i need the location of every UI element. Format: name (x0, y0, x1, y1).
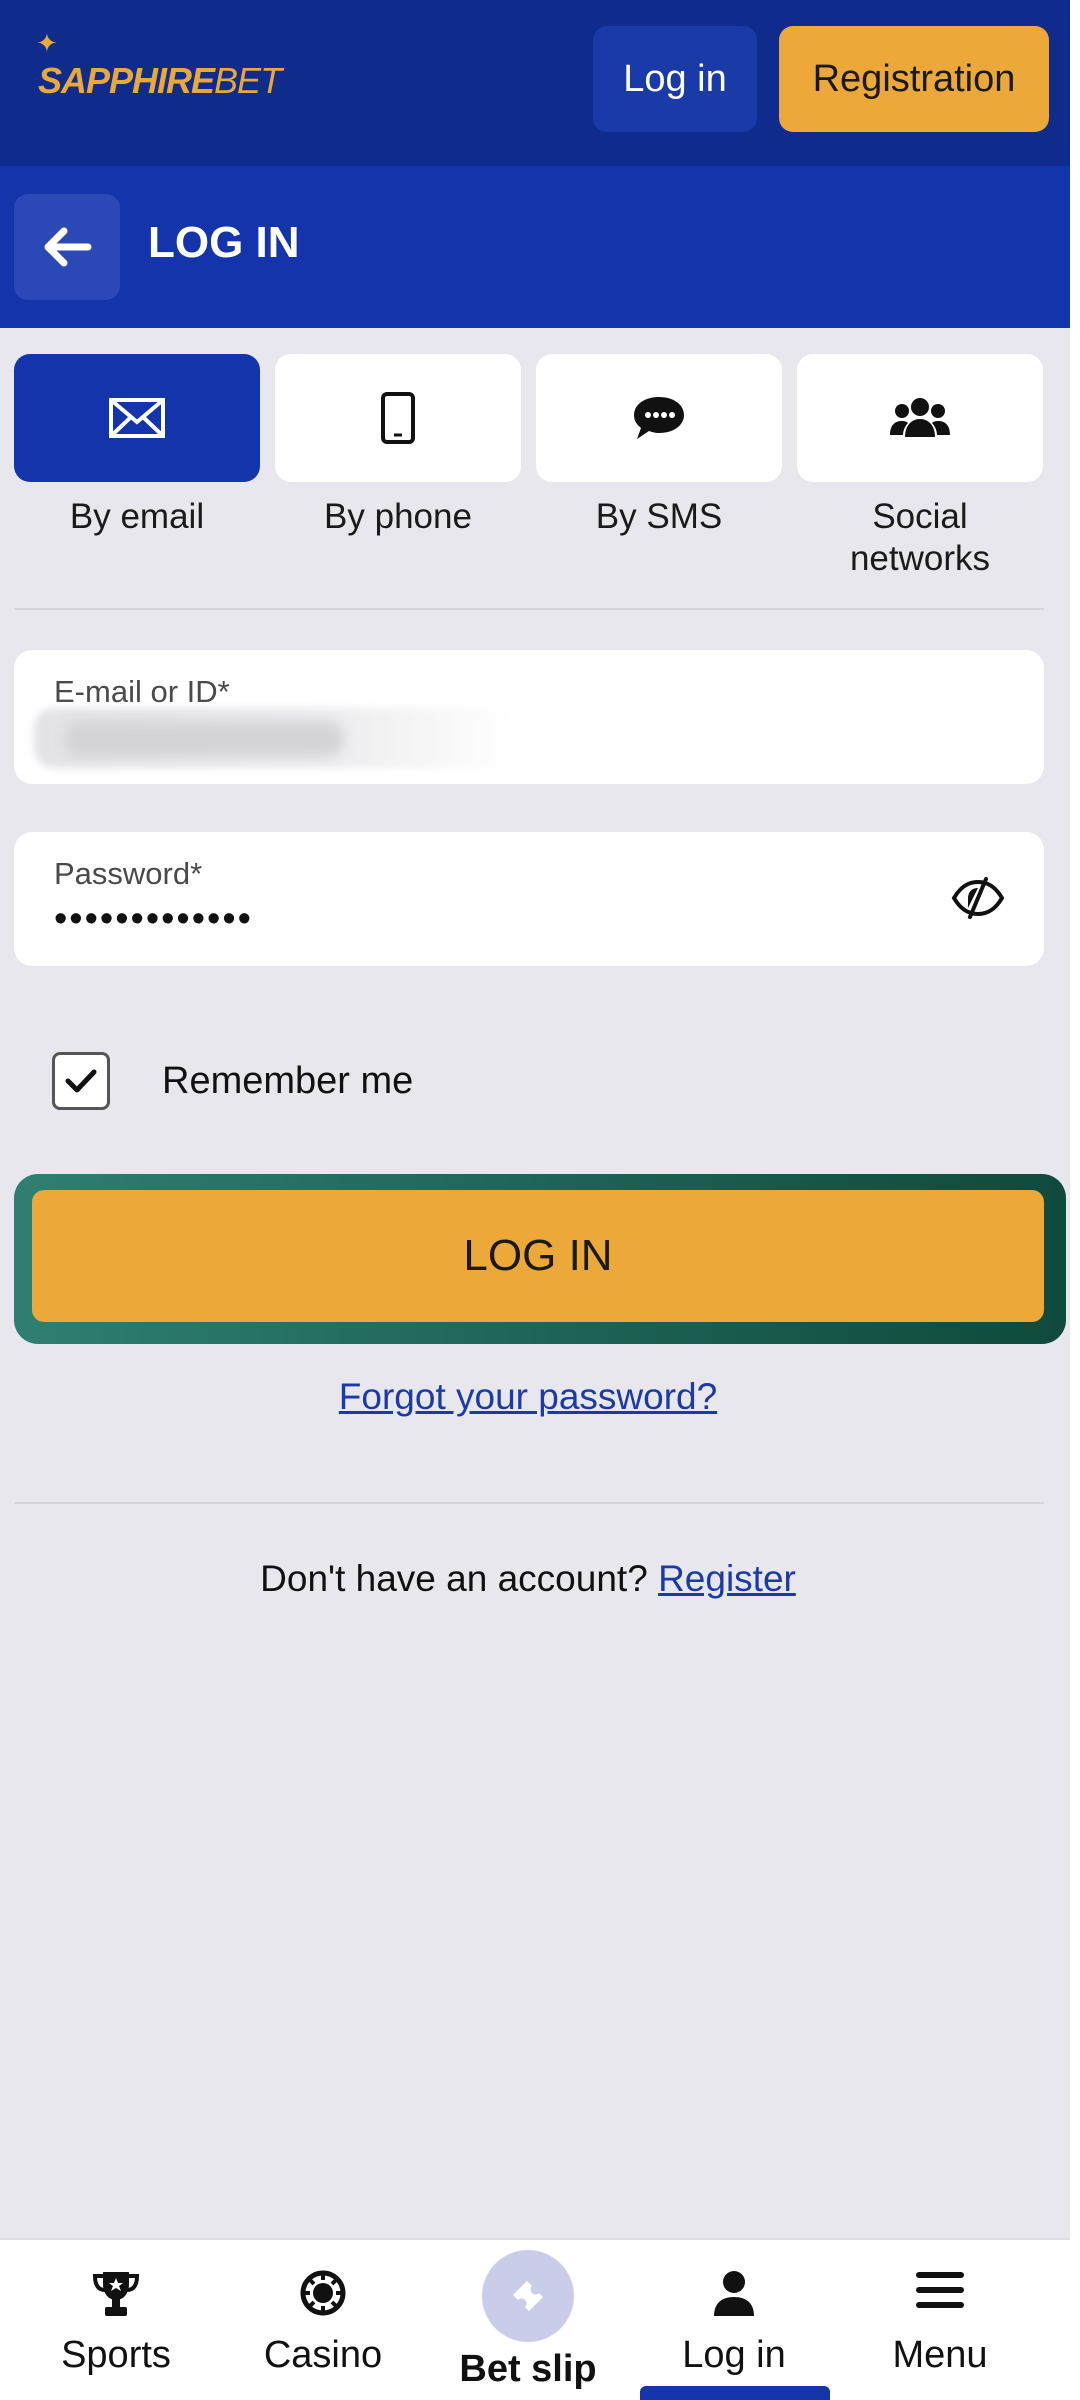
password-field[interactable]: Password* ••••••••••••• (14, 832, 1044, 966)
users-icon (890, 398, 950, 437)
arrow-left-icon (44, 227, 92, 267)
remember-me-checkbox[interactable] (52, 1052, 110, 1110)
tab-by-email[interactable]: By email (14, 354, 260, 538)
tab-by-phone[interactable]: By phone (275, 354, 521, 538)
no-account-row: Don't have an account? Register (0, 1558, 1056, 1600)
hamburger-menu-icon (916, 2272, 964, 2308)
password-field-label: Password* (54, 856, 203, 891)
nav-label: Log in (682, 2334, 786, 2376)
active-tab-indicator (640, 2386, 830, 2400)
email-field[interactable]: E-mail or ID* (14, 650, 1044, 784)
logo-part1: SAPPHIRE (38, 60, 215, 101)
tab-social-networks[interactable]: Social networks (797, 354, 1043, 580)
sparkle-icon: ✦ (36, 28, 58, 58)
sapphirebet-logo[interactable]: SAPPHIRE BET (38, 56, 282, 106)
top-header: ✦ SAPPHIRE BET Log in Registration (0, 0, 1070, 166)
password-value: ••••••••••••• (54, 898, 253, 940)
nav-item-menu[interactable]: Menu (838, 2240, 1042, 2400)
divider (14, 1502, 1044, 1504)
ticket-icon (513, 2281, 543, 2311)
forgot-password-link[interactable]: Forgot your password? (0, 1376, 1056, 1418)
chat-bubble-icon (634, 397, 684, 439)
casino-chip-icon (300, 2270, 346, 2316)
screen-edge (1070, 0, 1080, 2400)
phone-icon (381, 392, 415, 444)
nav-label: Menu (892, 2334, 988, 2376)
bottom-navigation: Sports Casino Bet slip Log in Menu (0, 2238, 1070, 2400)
trophy-icon (93, 2272, 139, 2316)
bet-slip-badge (482, 2250, 574, 2342)
email-field-label: E-mail or ID* (54, 674, 230, 709)
logo-part2: BET (214, 60, 282, 101)
page-title: LOG IN (148, 218, 300, 267)
nav-item-casino[interactable]: Casino (218, 2240, 428, 2400)
tab-label: By email (69, 497, 205, 536)
divider (14, 608, 1044, 610)
user-icon (714, 2271, 754, 2316)
header-registration-button[interactable]: Registration (779, 26, 1049, 132)
nav-label: Sports (61, 2334, 171, 2376)
nav-item-sports[interactable]: Sports (0, 2240, 232, 2400)
no-account-text: Don't have an account? (260, 1558, 648, 1599)
checkmark-icon (65, 1069, 97, 1093)
remember-me-label: Remember me (162, 1059, 414, 1102)
nav-label: Bet slip (459, 2348, 597, 2390)
login-method-tabs: By email By phone By SMS Social networks (14, 354, 1044, 584)
remember-me-row[interactable]: Remember me (52, 1052, 413, 1110)
nav-label: Casino (263, 2334, 383, 2376)
tab-by-sms[interactable]: By SMS (536, 354, 782, 538)
login-submit-button[interactable]: LOG IN (32, 1190, 1044, 1322)
email-field-redacted-text (64, 722, 344, 756)
header-login-button[interactable]: Log in (593, 26, 757, 132)
nav-item-bet-slip[interactable]: Bet slip (430, 2240, 626, 2400)
tab-label: By phone (324, 497, 472, 536)
tab-label: Social networks (849, 497, 991, 578)
register-link[interactable]: Register (658, 1558, 796, 1599)
title-bar: LOG IN (0, 166, 1070, 328)
eye-slash-icon[interactable] (950, 876, 1006, 920)
envelope-icon (109, 398, 165, 438)
tab-label: By SMS (595, 497, 723, 536)
back-button[interactable] (14, 194, 120, 300)
nav-item-log-in[interactable]: Log in (636, 2240, 832, 2400)
